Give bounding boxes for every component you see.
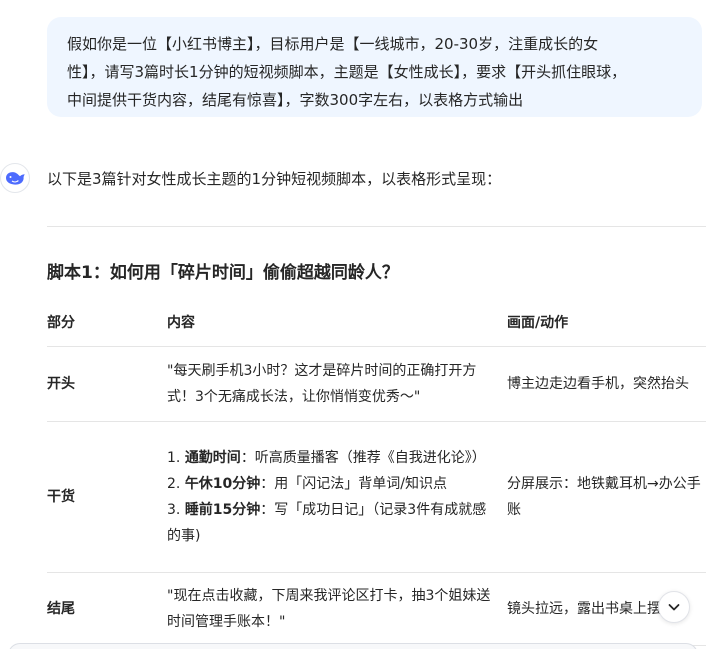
list-item: 3. 睡前15分钟：写「成功日记」（记录3件有成就感的事) <box>167 497 495 549</box>
row-content-text: "现在点击收藏，下周来我评论区打卡，抽3个姐妹送时间管理手账本！" <box>167 588 491 630</box>
row-content-cell: "每天刷手机3小时？这才是碎片时间的正确打开方式！3个无痛成长法，让你悄悄变优秀… <box>167 346 507 422</box>
list-item-label: 通勤时间 <box>184 450 241 466</box>
tips-list: 1. 通勤时间：听高质量播客（推荐《自我进化论》） 2. 午休10分钟：用「闪记… <box>167 445 507 549</box>
table-row: 干货 1. 通勤时间：听高质量播客（推荐《自我进化论》） 2. 午休10分钟：用… <box>47 421 706 573</box>
user-message-line: 性】，请写3篇时长1分钟的短视频脚本，主题是【女性成长】，要求【开头抓住眼球， <box>67 63 627 81</box>
assistant-avatar <box>0 163 30 193</box>
column-header-part: 部分 <box>47 298 167 347</box>
row-visual-cell: 分屏展示：地铁戴耳机→办公手账 <box>507 421 706 573</box>
table-row: 结尾 "现在点击收藏，下周来我评论区打卡，抽3个姐妹送时间管理手账本！" 镜头拉… <box>47 572 706 646</box>
scroll-down-button[interactable] <box>658 591 690 623</box>
list-item-label: 午休10分钟 <box>184 476 261 492</box>
list-item-number: 3. <box>167 502 185 518</box>
table-header-row: 部分 内容 画面/动作 <box>47 298 706 347</box>
divider <box>47 226 706 227</box>
list-item-number: 1. <box>167 450 185 466</box>
assistant-intro-text: 以下是3篇针对女性成长主题的1分钟短视频脚本，以表格形式呈现： <box>47 170 502 188</box>
chat-input-box[interactable] <box>8 643 698 649</box>
user-message-bubble: 假如你是一位【小红书博主】，目标用户是【一线城市，20-30岁，注重成长的女 性… <box>47 17 702 117</box>
chevron-down-icon <box>668 604 680 611</box>
list-item-label: 睡前15分钟 <box>184 502 261 518</box>
whale-logo-icon <box>6 172 25 185</box>
row-visual-text: 分屏展示：地铁戴耳机→办公手账 <box>507 476 701 518</box>
list-item-text: ：听高质量播客（推荐《自我进化论》） <box>240 450 486 466</box>
list-item: 2. 午休10分钟：用「闪记法」背单词/知识点 <box>167 471 495 497</box>
row-part-cell: 干货 <box>47 421 167 573</box>
row-content-text: "每天刷手机3小时？这才是碎片时间的正确打开方式！3个无痛成长法，让你悄悄变优秀… <box>167 363 477 405</box>
row-visual-cell: 博主边走边看手机，突然抬头 <box>507 346 706 422</box>
list-item-text: ：用「闪记法」背单词/知识点 <box>260 476 448 492</box>
script-1-table: 部分 内容 画面/动作 开头 "每天刷手机3小时？这才是碎片时间的正确打开方式！… <box>47 298 706 646</box>
table-row: 开头 "每天刷手机3小时？这才是碎片时间的正确打开方式！3个无痛成长法，让你悄悄… <box>47 346 706 422</box>
chat-page: 假如你是一位【小红书博主】，目标用户是【一线城市，20-30岁，注重成长的女 性… <box>0 0 706 649</box>
list-item: 1. 通勤时间：听高质量播客（推荐《自我进化论》） <box>167 445 495 471</box>
user-message-line: 假如你是一位【小红书博主】，目标用户是【一线城市，20-30岁，注重成长的女 <box>67 35 599 53</box>
row-part-cell: 结尾 <box>47 572 167 646</box>
script-1-title: 脚本1：如何用「碎片时间」偷偷超越同龄人？ <box>47 263 399 283</box>
list-item-number: 2. <box>167 476 185 492</box>
column-header-content: 内容 <box>167 298 507 347</box>
column-header-visual: 画面/动作 <box>507 298 706 347</box>
row-part-cell: 开头 <box>47 346 167 422</box>
user-message-line: 中间提供干货内容，结尾有惊喜】，字数300字左右，以表格方式输出 <box>67 91 524 109</box>
row-content-cell: 1. 通勤时间：听高质量播客（推荐《自我进化论》） 2. 午休10分钟：用「闪记… <box>167 421 507 573</box>
row-content-cell: "现在点击收藏，下周来我评论区打卡，抽3个姐妹送时间管理手账本！" <box>167 572 507 646</box>
